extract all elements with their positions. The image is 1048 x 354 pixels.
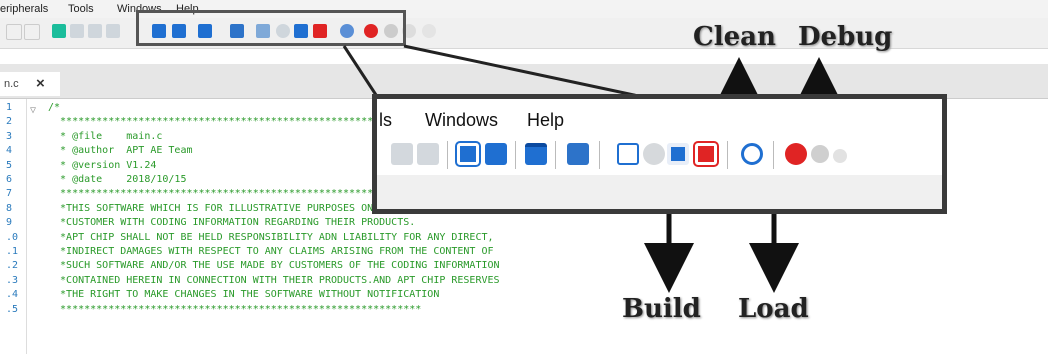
build-config-icon[interactable]	[567, 143, 589, 165]
zoomed-menu-bar: ls Windows Help	[377, 105, 942, 133]
link-icon[interactable]	[811, 145, 829, 163]
find-icon[interactable]	[455, 141, 481, 167]
clean-callout: Clean	[693, 22, 776, 52]
bookmark-next-icon[interactable]	[417, 143, 439, 165]
zoom-menu-help[interactable]: Help	[527, 110, 564, 131]
zoomed-toolbar	[377, 137, 942, 173]
find-file-icon[interactable]	[485, 143, 507, 165]
zoom-menu-tools[interactable]: ls	[379, 110, 392, 131]
stop-build-icon[interactable]	[643, 143, 665, 165]
build-callout: Build	[622, 294, 701, 324]
load-callout: Load	[738, 294, 809, 324]
clean-icon[interactable]	[667, 143, 689, 165]
unlink-icon[interactable]	[833, 149, 847, 163]
zoom-menu-windows[interactable]: Windows	[425, 110, 498, 131]
debug-callout: Debug	[798, 22, 893, 52]
bookmark-prev-icon[interactable]	[391, 143, 413, 165]
build-icon[interactable]	[617, 143, 639, 165]
debug-icon[interactable]	[741, 143, 763, 165]
load-icon[interactable]	[693, 141, 719, 167]
connector-line-left	[342, 45, 380, 99]
zoomed-toolbar-panel: ls Windows Help	[372, 94, 947, 214]
zoomed-toolbar-bottom	[377, 175, 942, 209]
record-icon[interactable]	[785, 143, 807, 165]
find-in-files-icon[interactable]	[525, 143, 547, 165]
connector-line-right	[403, 44, 649, 100]
